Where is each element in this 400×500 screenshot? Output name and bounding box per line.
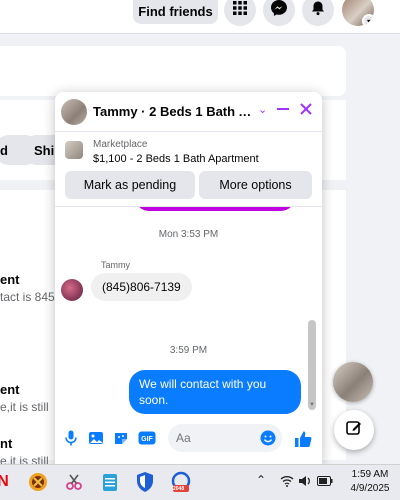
listing-subtitle: e,it is still — [0, 400, 49, 414]
listing-title: ent — [0, 272, 20, 287]
app-badge: 2048 — [173, 486, 185, 492]
gif-icon[interactable]: GIF — [138, 429, 156, 447]
microphone-icon[interactable] — [62, 429, 80, 447]
close-icon[interactable] — [299, 102, 313, 119]
timestamp: Mon 3:53 PM — [158, 229, 219, 240]
netflix-icon[interactable]: N — [0, 471, 14, 493]
photo-icon[interactable] — [87, 429, 105, 447]
notifications-button[interactable] — [302, 0, 334, 26]
background-card — [0, 46, 346, 96]
top-nav-bar: Find friends ▾ — [0, 0, 400, 34]
incoming-message[interactable]: (845)806-7139 — [91, 273, 192, 301]
game-2048-icon[interactable]: 2048 — [170, 471, 192, 493]
previous-message-bubble — [135, 207, 295, 211]
notepad-icon[interactable] — [99, 471, 121, 493]
mark-as-pending-button[interactable]: Mark as pending — [65, 171, 195, 199]
messenger-icon — [270, 0, 288, 22]
windows-taskbar: N 2048 ⌃ 1:59 AM 4/9/2025 — [0, 464, 400, 500]
listing-subtitle: tact is 845 — [0, 290, 55, 304]
battery-icon[interactable] — [317, 475, 333, 489]
new-message-button[interactable] — [334, 410, 374, 450]
sender-avatar[interactable] — [61, 279, 83, 301]
bell-icon — [310, 0, 326, 21]
listing-title: nt — [0, 436, 13, 451]
scroll-down-arrow-icon[interactable]: ▼ — [309, 402, 315, 408]
menu-grid-button[interactable] — [224, 0, 256, 26]
chevron-down-icon[interactable]: ⌄ — [258, 103, 267, 116]
snipping-tool-icon[interactable] — [63, 471, 85, 493]
svg-text:GIF: GIF — [141, 436, 153, 443]
timestamp: 3:59 PM — [169, 345, 208, 356]
wifi-icon[interactable] — [280, 475, 294, 490]
chevron-up-icon[interactable]: ⌃ — [256, 473, 266, 487]
minimize-icon[interactable] — [277, 102, 289, 119]
find-friends-button[interactable]: Find friends — [133, 0, 218, 24]
grid-icon — [233, 0, 247, 20]
message-input-container[interactable] — [168, 424, 282, 452]
message-input[interactable] — [176, 431, 256, 445]
xbox-app-icon[interactable] — [27, 471, 49, 493]
marketplace-listing-banner: Marketplace $1,100 - 2 Beds 1 Bath Apart… — [55, 133, 322, 207]
profile-avatar[interactable]: ▾ — [342, 0, 374, 26]
system-clock[interactable]: 1:59 AM 4/9/2025 — [342, 468, 398, 496]
listing-thumbnail[interactable] — [65, 141, 83, 159]
sticker-icon[interactable] — [112, 429, 130, 447]
shield-icon[interactable] — [134, 471, 156, 493]
chat-header[interactable]: Tammy · 2 Beds 1 Bath Ap... ⌄ — [55, 92, 322, 132]
message-composer: GIF — [55, 415, 322, 464]
chat-window: Tammy · 2 Beds 1 Bath Ap... ⌄ Marketplac… — [55, 92, 322, 464]
volume-icon[interactable] — [298, 475, 312, 490]
chat-scrollbar[interactable] — [308, 320, 316, 410]
chat-head-avatar[interactable] — [333, 362, 373, 402]
like-icon[interactable] — [293, 429, 313, 449]
listing-title: ent — [0, 382, 20, 397]
listing-description[interactable]: $1,100 - 2 Beds 1 Bath Apartment — [93, 153, 259, 165]
clock-date: 4/9/2025 — [350, 483, 390, 494]
contact-avatar[interactable] — [61, 99, 87, 125]
compose-icon — [345, 419, 363, 442]
chevron-down-icon: ▾ — [362, 14, 374, 26]
clock-time: 1:59 AM — [351, 469, 389, 480]
emoji-icon[interactable] — [260, 430, 276, 449]
outgoing-message[interactable]: We will contact with you soon. — [129, 370, 301, 414]
message-list: Mon 3:53 PM Tammy (845)806-7139 3:59 PM … — [55, 207, 322, 415]
marketplace-label: Marketplace — [93, 139, 148, 150]
messenger-button[interactable] — [263, 0, 295, 26]
sender-name: Tammy — [101, 260, 130, 270]
more-options-button[interactable]: More options — [199, 171, 312, 199]
chat-title[interactable]: Tammy · 2 Beds 1 Bath Ap... — [93, 104, 253, 119]
